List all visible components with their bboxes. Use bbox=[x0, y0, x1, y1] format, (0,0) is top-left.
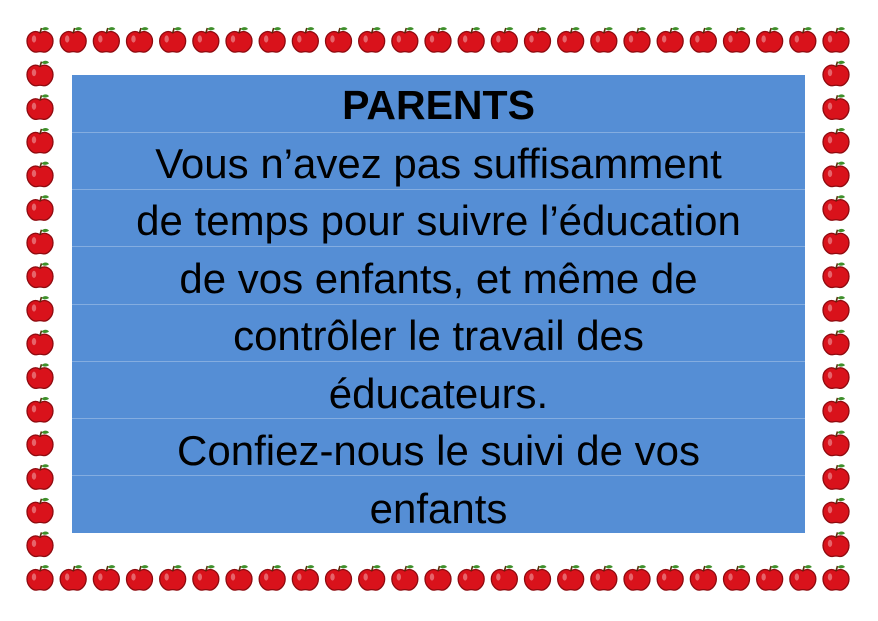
poster-title: PARENTS bbox=[342, 82, 535, 128]
apple-icon bbox=[557, 27, 585, 53]
apple-icon bbox=[26, 161, 54, 188]
apple-icon bbox=[358, 565, 386, 591]
apple-icon bbox=[822, 363, 850, 390]
apple-icon bbox=[258, 27, 286, 53]
apple-icon bbox=[26, 430, 54, 457]
apple-icon bbox=[722, 27, 751, 53]
apple-icon bbox=[689, 27, 717, 53]
apple-icon bbox=[822, 430, 850, 457]
apple-icon bbox=[291, 27, 319, 53]
apple-icon bbox=[822, 60, 850, 87]
apple-icon bbox=[125, 565, 154, 591]
apple-icon bbox=[26, 127, 54, 154]
apple-icon bbox=[26, 228, 54, 255]
apple-icon bbox=[26, 531, 54, 558]
apple-icon bbox=[756, 27, 784, 53]
apple-icon bbox=[391, 565, 419, 591]
apple-icon bbox=[789, 565, 817, 591]
apple-icon bbox=[523, 565, 552, 591]
apple-icon bbox=[125, 27, 154, 53]
apple-icon bbox=[424, 27, 452, 53]
apple-icon bbox=[26, 396, 54, 423]
apple-icon bbox=[92, 27, 120, 53]
apple-icon bbox=[26, 464, 54, 490]
apple-icon bbox=[689, 565, 717, 591]
apple-icon bbox=[26, 363, 54, 390]
apple-icon bbox=[291, 565, 319, 591]
apple-icon bbox=[822, 27, 850, 53]
apple-icon bbox=[590, 27, 618, 53]
apple-icon bbox=[358, 27, 386, 53]
body-line-1: Vous n’avez pas suffisamment bbox=[155, 139, 722, 187]
apple-icon bbox=[159, 27, 187, 53]
apple-icon bbox=[623, 27, 651, 53]
apple-icon bbox=[225, 565, 253, 591]
apple-icon bbox=[324, 27, 353, 53]
apple-icon bbox=[822, 161, 850, 188]
apple-icon bbox=[159, 565, 187, 591]
apple-icon bbox=[258, 565, 286, 591]
apple-icon bbox=[789, 27, 817, 53]
apple-icon bbox=[490, 565, 518, 591]
apple-icon bbox=[26, 497, 54, 524]
apple-icon bbox=[722, 565, 751, 591]
apple-icon bbox=[822, 127, 850, 154]
body-line-5: éducateurs. bbox=[328, 369, 549, 417]
apple-icon bbox=[656, 565, 684, 591]
apple-icon bbox=[324, 565, 353, 591]
apple-icon bbox=[623, 565, 651, 591]
poster-text: PARENTS Vous n’avez pas suffisamment de … bbox=[72, 77, 805, 537]
apple-icon bbox=[523, 27, 552, 53]
body-line-7: enfants bbox=[369, 484, 508, 532]
apple-icon bbox=[26, 94, 54, 121]
apple-icon bbox=[92, 565, 120, 591]
apple-icon bbox=[756, 565, 784, 591]
apple-icon bbox=[59, 565, 87, 591]
body-line-4: contrôler le travail des bbox=[233, 312, 644, 359]
apple-icon bbox=[822, 497, 850, 524]
apple-icon bbox=[822, 565, 850, 591]
apple-icon bbox=[490, 27, 518, 53]
apple-icon bbox=[822, 329, 850, 356]
apple-icon bbox=[822, 464, 850, 490]
apple-icon bbox=[26, 195, 54, 221]
apple-icon bbox=[424, 565, 452, 591]
apple-icon bbox=[26, 27, 54, 53]
apple-icon bbox=[656, 27, 684, 53]
body-line-3: de vos enfants, et même de bbox=[179, 254, 698, 302]
apple-icon bbox=[192, 27, 220, 53]
apple-icon bbox=[26, 262, 54, 289]
body-line-6: Confiez-nous le suivi de vos bbox=[177, 427, 700, 474]
apple-icon bbox=[26, 60, 54, 87]
apple-icon bbox=[59, 27, 87, 53]
apple-icon bbox=[822, 531, 850, 558]
apple-icon bbox=[590, 565, 618, 591]
apple-icon bbox=[457, 27, 485, 53]
apple-icon bbox=[822, 296, 850, 322]
apple-icon bbox=[192, 565, 220, 591]
body-line-2: de temps pour suivre l’éducation bbox=[136, 197, 741, 244]
apple-icon bbox=[822, 228, 850, 255]
apple-icon bbox=[26, 329, 54, 356]
apple-icon bbox=[822, 195, 850, 221]
apple-icon bbox=[26, 296, 54, 322]
apple-icon bbox=[822, 262, 850, 289]
apple-icon bbox=[457, 565, 485, 591]
apple-icon bbox=[822, 396, 850, 423]
apple-icon bbox=[557, 565, 585, 591]
apple-icon bbox=[26, 565, 54, 591]
message-panel: PARENTS Vous n’avez pas suffisamment de … bbox=[72, 75, 805, 533]
apple-icon bbox=[225, 27, 253, 53]
apple-icon bbox=[822, 94, 850, 121]
apple-icon bbox=[391, 27, 419, 53]
